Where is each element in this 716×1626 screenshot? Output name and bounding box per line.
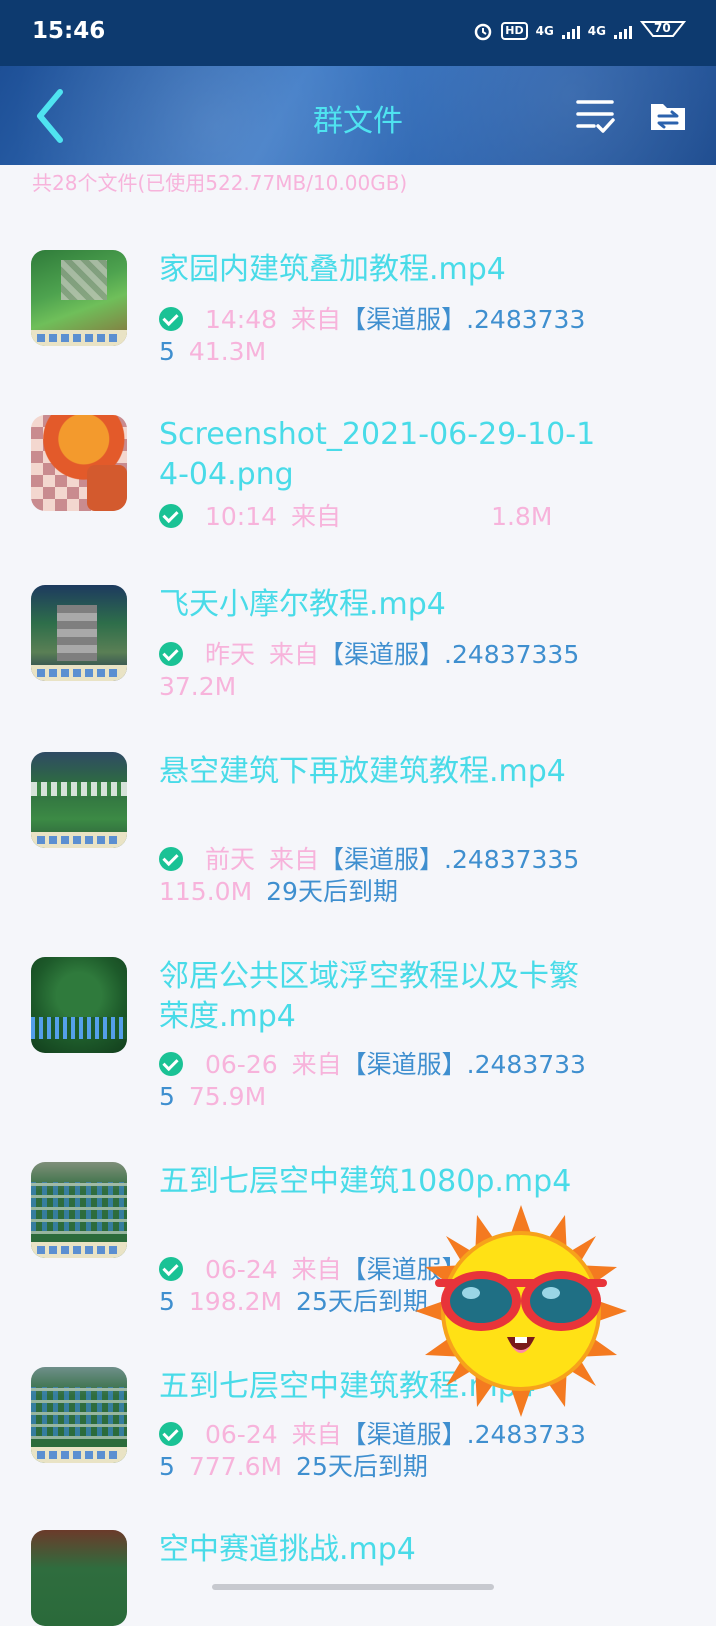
file-thumbnail — [31, 585, 127, 681]
status-time: 15:46 — [32, 18, 106, 44]
file-transfer-icon[interactable] — [648, 96, 688, 136]
file-size: 41.3M — [188, 337, 267, 366]
file-size: 75.9M — [188, 1082, 267, 1111]
file-name: 五到七层空中建筑1080p.mp4 — [159, 1164, 572, 1199]
from-label: 来自 — [291, 1255, 342, 1284]
file-size: 115.0M — [159, 877, 253, 906]
file-time: 06-24 — [205, 1255, 278, 1284]
file-meta: 14:48 来自【渠道服】.24837335 41.3M — [159, 304, 599, 368]
file-size: 1.8M — [491, 502, 553, 531]
from-label: 来自 — [291, 1050, 342, 1079]
downloaded-check-icon — [159, 504, 183, 528]
file-sender: 【渠道服】.24837335 — [319, 845, 580, 874]
file-sender: 【渠道服】.24837335 — [319, 640, 580, 669]
file-name: 飞天小摩尔教程.mp4 — [159, 587, 446, 622]
from-label: 来自 — [269, 640, 320, 669]
from-label: 来自 — [291, 1420, 342, 1449]
file-time: 14:48 — [205, 305, 278, 334]
downloaded-check-icon — [159, 847, 183, 871]
file-name: Screenshot_2021-06-29-10-14-04.png — [159, 417, 596, 492]
file-meta: 前天 来自【渠道服】.24837335 115.0M 29天后到期 — [159, 844, 599, 908]
file-time: 昨天 — [205, 640, 256, 669]
file-meta: 06-26 来自【渠道服】.24837335 75.9M — [159, 1049, 599, 1113]
home-indicator[interactable] — [212, 1584, 494, 1590]
file-size: 198.2M — [188, 1287, 283, 1316]
file-time: 06-24 — [205, 1420, 278, 1449]
downloaded-check-icon — [159, 1257, 183, 1281]
downloaded-check-icon — [159, 307, 183, 331]
downloaded-check-icon — [159, 1422, 183, 1446]
signal-icon-2 — [614, 23, 632, 39]
file-thumbnail — [31, 1367, 127, 1463]
from-label: 来自 — [291, 305, 342, 334]
from-label: 来自 — [269, 845, 320, 874]
file-size: 777.6M — [188, 1452, 283, 1481]
hd-badge: HD — [501, 21, 528, 40]
alarm-icon — [475, 23, 492, 40]
multi-select-icon[interactable] — [576, 96, 616, 136]
file-thumbnail — [31, 1162, 127, 1258]
file-thumbnail — [31, 752, 127, 848]
file-thumbnail — [31, 957, 127, 1053]
status-icons: HD 4G 4G 70 — [473, 20, 687, 41]
sun-sunglasses-sticker — [415, 1205, 627, 1417]
file-name: 悬空建筑下再放建筑教程.mp4 — [159, 754, 566, 789]
file-name: 邻居公共区域浮空教程以及卡繁荣度.mp4 — [159, 959, 579, 1034]
file-time: 前天 — [205, 845, 256, 874]
file-thumbnail — [31, 250, 127, 346]
downloaded-check-icon — [159, 642, 183, 666]
file-name: 家园内建筑叠加教程.mp4 — [159, 252, 506, 287]
battery-level: 70 — [654, 21, 671, 35]
downloaded-check-icon — [159, 1052, 183, 1076]
file-expiry: 29天后到期 — [266, 877, 398, 906]
file-name: 空中赛道挑战.mp4 — [159, 1532, 416, 1567]
network-label-1: 4G — [535, 23, 554, 38]
signal-icon — [561, 23, 580, 39]
file-expiry: 25天后到期 — [296, 1452, 428, 1481]
status-bar: 15:46 HD 4G 4G 70 — [0, 0, 716, 66]
file-thumbnail — [31, 1530, 127, 1626]
file-thumbnail — [31, 415, 127, 511]
network-label-2: 4G — [587, 23, 606, 38]
file-expiry: 25天后到期 — [296, 1287, 428, 1316]
file-meta: 昨天 来自【渠道服】.24837335 37.2M — [159, 639, 599, 703]
file-time: 06-26 — [205, 1050, 278, 1079]
battery-icon: 70 — [639, 20, 687, 41]
file-meta: 06-24 来自【渠道服】.24837335 777.6M 25天后到期 — [159, 1419, 599, 1483]
file-size: 37.2M — [159, 672, 237, 701]
header-bar: 群文件 — [0, 66, 716, 165]
storage-summary: 共28个文件(已使用522.77MB/10.00GB) — [32, 171, 408, 195]
file-time: 10:14 — [205, 502, 278, 531]
from-label: 来自 — [291, 502, 342, 531]
file-meta: 10:14 来自 1.8M — [159, 501, 599, 533]
